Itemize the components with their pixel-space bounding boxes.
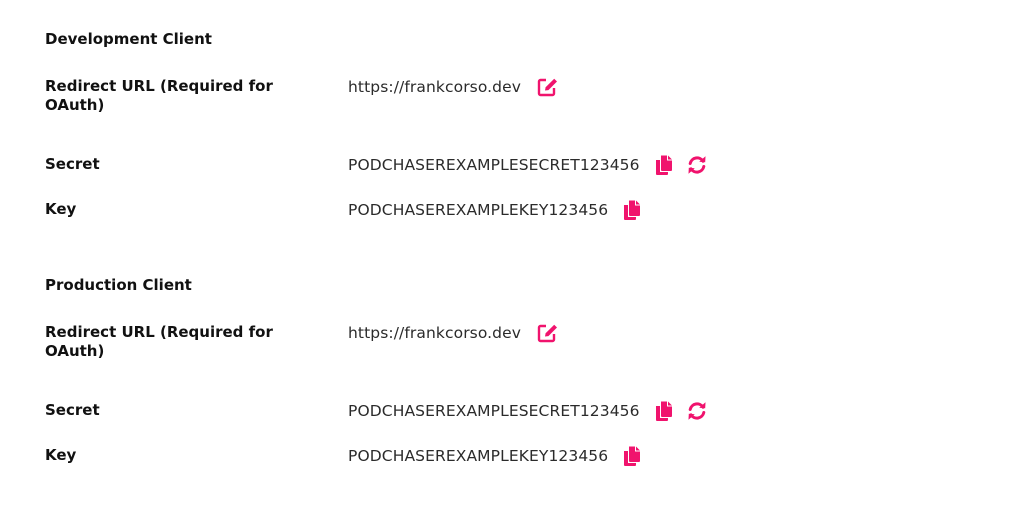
secret-label: Secret bbox=[45, 401, 100, 419]
production-client-section: Production Client Redirect URL (Required… bbox=[45, 276, 805, 476]
secret-value: PODCHASEREXAMPLESECRET123456 bbox=[348, 156, 640, 174]
redirect-url-row: https://frankcorso.dev bbox=[348, 323, 559, 343]
redirect-url-value: https://frankcorso.dev bbox=[348, 78, 522, 96]
refresh-icon[interactable] bbox=[687, 155, 707, 175]
key-row: PODCHASEREXAMPLEKEY123456 bbox=[348, 446, 641, 466]
secret-row: PODCHASEREXAMPLESECRET123456 bbox=[348, 155, 707, 175]
section-title: Production Client bbox=[45, 276, 192, 294]
copy-icon[interactable] bbox=[623, 446, 641, 466]
key-value: PODCHASEREXAMPLEKEY123456 bbox=[348, 447, 609, 465]
secret-row: PODCHASEREXAMPLESECRET123456 bbox=[348, 401, 707, 421]
redirect-url-label: Redirect URL (Required for OAuth) bbox=[45, 77, 273, 114]
copy-icon[interactable] bbox=[655, 155, 673, 175]
redirect-url-value: https://frankcorso.dev bbox=[348, 324, 522, 342]
redirect-url-label: Redirect URL (Required for OAuth) bbox=[45, 323, 273, 360]
secret-value: PODCHASEREXAMPLESECRET123456 bbox=[348, 402, 640, 420]
key-label: Key bbox=[45, 446, 77, 464]
section-title: Development Client bbox=[45, 30, 212, 48]
key-row: PODCHASEREXAMPLEKEY123456 bbox=[348, 200, 641, 220]
copy-icon[interactable] bbox=[623, 200, 641, 220]
secret-label: Secret bbox=[45, 155, 100, 173]
key-value: PODCHASEREXAMPLEKEY123456 bbox=[348, 201, 609, 219]
edit-icon[interactable] bbox=[537, 77, 559, 97]
copy-icon[interactable] bbox=[655, 401, 673, 421]
development-client-section: Development Client Redirect URL (Require… bbox=[45, 30, 805, 230]
key-label: Key bbox=[45, 200, 77, 218]
edit-icon[interactable] bbox=[537, 323, 559, 343]
redirect-url-row: https://frankcorso.dev bbox=[348, 77, 559, 97]
refresh-icon[interactable] bbox=[687, 401, 707, 421]
